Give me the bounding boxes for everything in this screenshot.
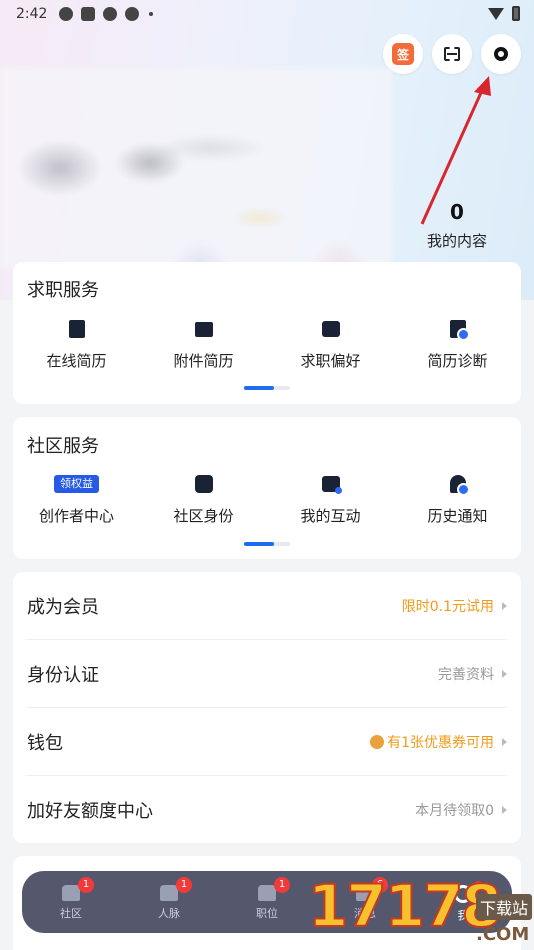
- wifi-icon: [488, 7, 504, 20]
- membership-row[interactable]: 成为会员 限时0.1元试用: [27, 572, 507, 640]
- tab-badge: 1: [274, 877, 290, 893]
- my-content-count: 0: [450, 200, 464, 224]
- notification-history-label: 历史通知: [427, 507, 488, 525]
- preference-icon: [321, 321, 340, 337]
- notification-icon: [59, 7, 74, 21]
- chevron-right-icon: [502, 737, 507, 746]
- tab-badge: 1: [78, 877, 94, 893]
- notification-icon: [103, 7, 118, 21]
- watermark-download-text: 下载站: [476, 894, 533, 920]
- membership-promo-text: 限时0.1元试用: [401, 598, 494, 615]
- my-interactions-item[interactable]: 我的互动: [267, 473, 394, 526]
- scan-icon: [444, 47, 460, 61]
- tab-community-label: 社区: [60, 907, 82, 920]
- tab-jobs-label: 职位: [256, 907, 278, 920]
- community-services-card: 社区服务 领权益 创作者中心 社区身份 我的互动 历史通知: [13, 417, 521, 559]
- briefcase-icon: [258, 885, 276, 901]
- my-interactions-label: 我的互动: [300, 507, 361, 525]
- wallet-coupon-text: 有1张优惠券可用: [387, 734, 494, 751]
- chevron-right-icon: [502, 601, 507, 610]
- more-notifications-dot: [149, 12, 154, 16]
- sign-in-icon: 签: [392, 43, 414, 65]
- tab-community[interactable]: 社区 1: [22, 871, 120, 933]
- friend-quota-title: 加好友额度中心: [27, 801, 153, 822]
- money-bag-icon: [370, 734, 385, 749]
- bell-icon: [449, 475, 470, 496]
- app-notification-icon: [81, 7, 96, 21]
- identity-verification-title: 身份认证: [27, 664, 99, 686]
- status-time: 2:42: [16, 6, 48, 22]
- creator-center-label: 创作者中心: [38, 507, 114, 525]
- site-watermark: 17178 下载站 .COM: [307, 871, 534, 950]
- tab-jobs[interactable]: 职位 1: [218, 871, 316, 933]
- job-services-card: 求职服务 在线简历 附件简历 求职偏好 简历诊断: [13, 262, 521, 404]
- my-content-label: 我的内容: [426, 232, 487, 250]
- claim-benefits-badge: 领权益: [54, 475, 99, 493]
- tab-badge: 1: [176, 877, 192, 893]
- scan-button[interactable]: [432, 34, 472, 74]
- online-resume-item[interactable]: 在线简历: [13, 318, 140, 371]
- status-bar: 2:42: [0, 0, 534, 28]
- online-resume-icon: [68, 320, 85, 338]
- my-content-stat[interactable]: 0 我的内容: [400, 200, 514, 251]
- wallet-title: 钱包: [27, 732, 63, 754]
- watermark-number: 17178: [307, 871, 503, 941]
- identity-verification-row[interactable]: 身份认证 完善资料: [27, 640, 507, 708]
- job-preference-item[interactable]: 求职偏好: [267, 318, 394, 371]
- watermark-suffix: .COM: [476, 924, 530, 945]
- contacts-icon: [160, 885, 178, 901]
- community-identity-label: 社区身份: [173, 507, 234, 525]
- chevron-right-icon: [502, 806, 507, 814]
- friend-quota-hint-text: 本月待领取0: [415, 803, 494, 819]
- settings-button[interactable]: [481, 34, 521, 74]
- gear-icon: [494, 47, 508, 61]
- job-services-pager: [244, 386, 290, 390]
- battery-icon: [512, 6, 520, 21]
- pager-active-indicator: [244, 542, 274, 546]
- online-resume-label: 在线简历: [46, 352, 107, 370]
- membership-title: 成为会员: [27, 596, 99, 618]
- wallet-row[interactable]: 钱包 有1张优惠券可用: [27, 708, 507, 776]
- job-preference-label: 求职偏好: [300, 352, 361, 370]
- community-services-title: 社区服务: [27, 436, 99, 457]
- attachment-resume-item[interactable]: 附件简历: [140, 318, 267, 371]
- folder-icon: [194, 321, 213, 337]
- job-services-title: 求职服务: [27, 280, 99, 301]
- chevron-right-icon: [502, 669, 507, 678]
- pager-active-indicator: [244, 386, 274, 390]
- friend-quota-hint: 本月待领取0: [415, 800, 507, 820]
- profile-info-blurred: [0, 68, 392, 268]
- notification-history-item[interactable]: 历史通知: [394, 473, 521, 526]
- menu-list-card: 成为会员 限时0.1元试用 身份认证 完善资料 钱包 有1张优惠券可用 加好友额…: [13, 572, 521, 843]
- wallet-coupon-hint: 有1张优惠券可用: [370, 732, 507, 752]
- community-services-pager: [244, 542, 290, 546]
- notification-icon: [125, 7, 140, 21]
- creator-center-item[interactable]: 领权益 创作者中心: [13, 473, 140, 526]
- tab-contacts[interactable]: 人脉 1: [120, 871, 218, 933]
- home-icon: [62, 885, 80, 901]
- identity-verification-hint-text: 完善资料: [438, 666, 494, 683]
- friend-quota-row[interactable]: 加好友额度中心 本月待领取0: [27, 776, 507, 844]
- community-id-icon: [194, 475, 213, 493]
- chat-icon: [321, 476, 342, 494]
- membership-promo: 限时0.1元试用: [402, 596, 507, 616]
- resume-diagnosis-label: 简历诊断: [427, 352, 488, 370]
- tab-contacts-label: 人脉: [158, 907, 180, 920]
- resume-diagnosis-icon: [449, 320, 470, 341]
- resume-diagnosis-item[interactable]: 简历诊断: [394, 318, 521, 371]
- community-identity-item[interactable]: 社区身份: [140, 473, 267, 526]
- identity-verification-hint: 完善资料: [438, 664, 507, 684]
- attachment-resume-label: 附件简历: [173, 352, 234, 370]
